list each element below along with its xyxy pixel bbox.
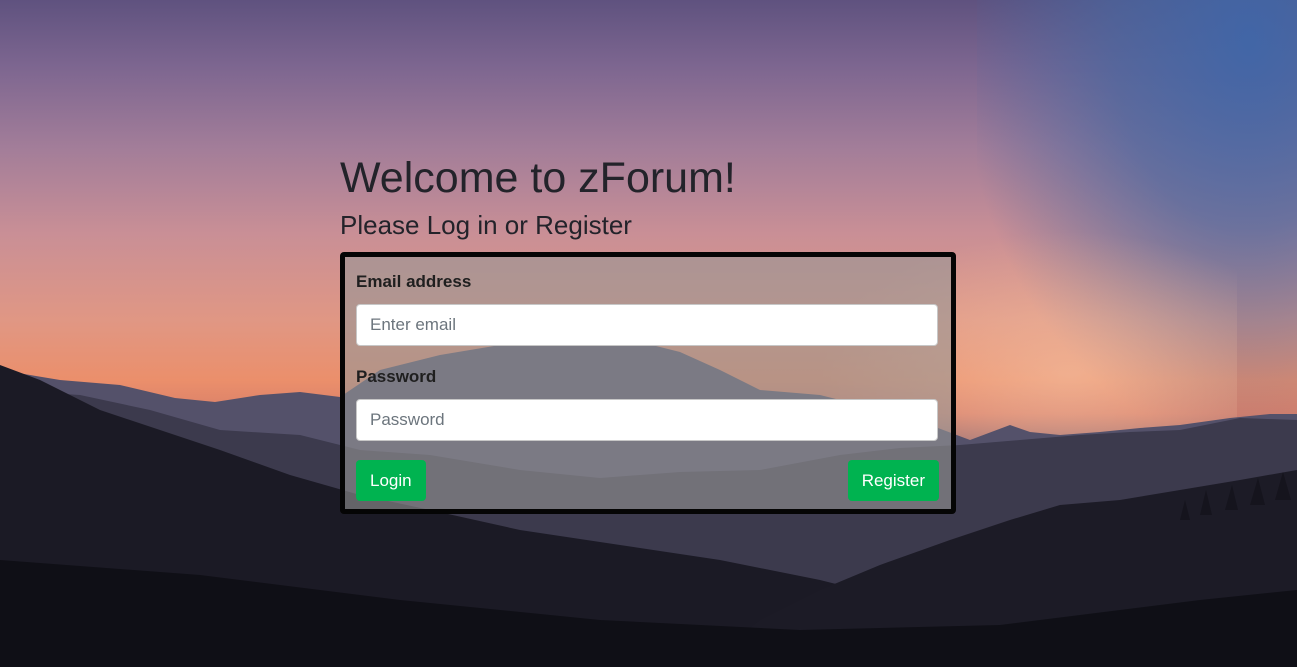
register-button[interactable]: Register [847,460,939,501]
password-input[interactable] [356,399,938,441]
email-input[interactable] [356,304,938,346]
form-actions: Login Register [356,460,939,501]
page-title: Welcome to zForum! [340,154,736,202]
background-sunset-mountains: Welcome to zForum! Please Log in or Regi… [0,0,1297,667]
email-label: Email address [356,272,472,291]
login-form: Email address Password Login Register [340,252,956,514]
login-button[interactable]: Login [356,460,426,501]
page-subtitle: Please Log in or Register [340,210,632,240]
password-label: Password [356,367,437,386]
login-panel: Welcome to zForum! Please Log in or Regi… [340,150,956,514]
